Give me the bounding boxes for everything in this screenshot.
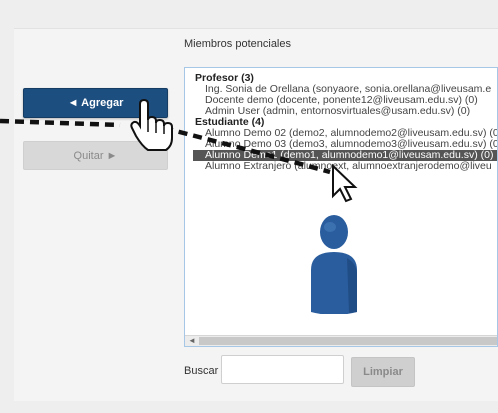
tutorial-overlay bbox=[0, 98, 358, 203]
hand-pointer-icon bbox=[130, 98, 173, 151]
dashed-guide-line-right bbox=[163, 125, 331, 175]
arrow-cursor-icon bbox=[332, 163, 358, 203]
dashed-guide-line-left bbox=[0, 118, 121, 128]
